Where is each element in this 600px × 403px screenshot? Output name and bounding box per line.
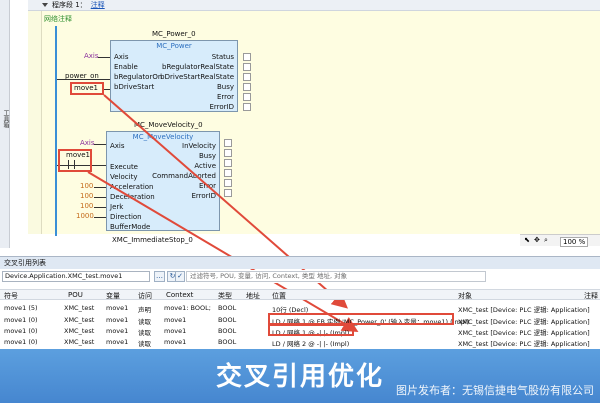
cell-variable: move1 <box>106 338 129 346</box>
cell-variable: move1 <box>106 316 129 324</box>
cell-object: XMC_test [Device: PLC 逻辑: Application] <box>458 306 590 314</box>
cell-access: 声明 <box>138 306 151 314</box>
xref-filter-input[interactable]: 过滤符号, POU, 变量, 访问, Context, 类型 地址, 对象 <box>186 271 486 282</box>
cell-pou: XMC_test <box>64 316 95 324</box>
xref-table-header: 符号 POU 变量 访问 Context 类型 地址 位置 对象 注释 <box>0 289 600 300</box>
col-access[interactable]: 访问 <box>138 291 152 301</box>
cell-context: move1 <box>164 316 187 324</box>
table-row[interactable]: move1 (0) XMC_test move1 读取 move1 BOOL L… <box>0 337 600 348</box>
col-symbol[interactable]: 符号 <box>4 291 18 301</box>
cell-symbol: move1 (0) <box>4 316 38 324</box>
cell-access: 读取 <box>138 329 151 337</box>
zoom-icon[interactable]: ⌕ <box>544 236 548 245</box>
zoom-level[interactable]: 100 % <box>560 237 589 247</box>
cell-pou: XMC_test <box>64 327 95 335</box>
cell-type: BOOL <box>218 304 237 312</box>
col-address[interactable]: 地址 <box>246 291 260 301</box>
cell-object: XMC_test [Device: PLC 逻辑: Application] <box>458 318 590 326</box>
cell-symbol: move1 (0) <box>4 327 38 335</box>
col-context[interactable]: Context <box>166 291 193 299</box>
cell-context: move1: BOOL; <box>164 304 211 312</box>
col-pou[interactable]: POU <box>68 291 83 299</box>
cell-variable: move1 <box>106 327 129 335</box>
xref-toolbar: Device.Application.XMC_test.move1 … ↻ ✓ … <box>0 270 600 283</box>
col-variable[interactable]: 变量 <box>106 291 120 301</box>
cell-type: BOOL <box>218 327 237 335</box>
filter-toggle-icon[interactable]: ✓ <box>175 271 185 282</box>
highlight-contact-row <box>268 324 354 336</box>
browse-button[interactable]: … <box>154 271 165 282</box>
col-object[interactable]: 对象 <box>458 291 472 301</box>
col-location[interactable]: 位置 <box>272 291 286 301</box>
cell-type: BOOL <box>218 316 237 324</box>
cell-access: 读取 <box>138 340 151 348</box>
zoom-bar[interactable]: ⬉ ✥ ⌕ 100 % <box>520 234 600 247</box>
cell-variable: move1 <box>106 304 129 312</box>
cell-symbol: move1 (0) <box>4 338 38 346</box>
pan-icon[interactable]: ✥ <box>534 236 540 244</box>
col-comment[interactable]: 注释 <box>584 291 598 301</box>
pointer-icon[interactable]: ⬉ <box>524 236 530 244</box>
cell-object: XMC_test [Device: PLC 逻辑: Application] <box>458 340 590 348</box>
cell-pou: XMC_test <box>64 338 95 346</box>
cell-object: XMC_test [Device: PLC 逻辑: Application] <box>458 329 590 337</box>
cell-access: 读取 <box>138 318 151 326</box>
cell-location: LD / 网络 2 @ -| |- (Impl) <box>272 340 350 348</box>
xref-panel-title: 交叉引用列表 <box>0 256 600 269</box>
cell-type: BOOL <box>218 338 237 346</box>
col-type[interactable]: 类型 <box>218 291 232 301</box>
table-row[interactable]: move1 (5) XMC_test move1 声明 move1: BOOL;… <box>0 303 600 314</box>
xref-symbol-input[interactable]: Device.Application.XMC_test.move1 <box>2 271 150 282</box>
cell-pou: XMC_test <box>64 304 95 312</box>
image-credit: 图片发布者：无锡信捷电气股份有限公司 <box>396 384 594 397</box>
cell-context: move1 <box>164 338 187 346</box>
cell-symbol: move1 (5) <box>4 304 38 312</box>
cell-context: move1 <box>164 327 187 335</box>
